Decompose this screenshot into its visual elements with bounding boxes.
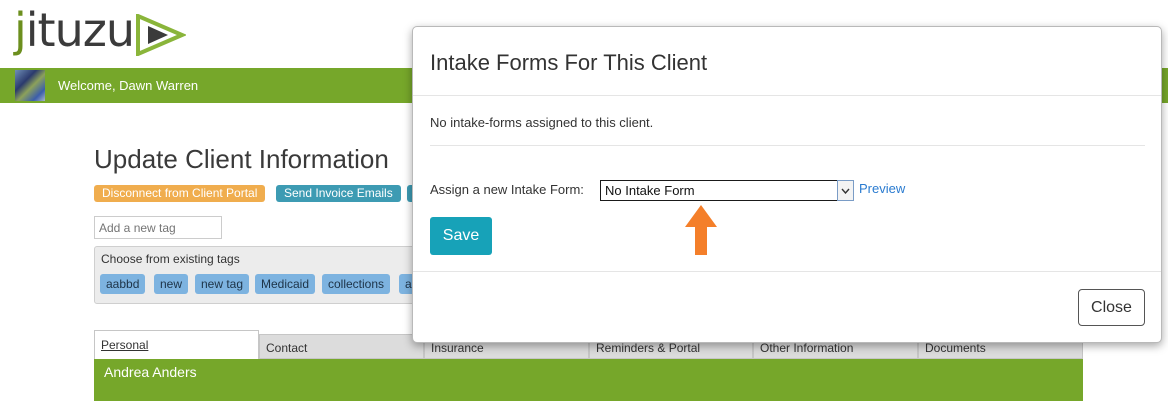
divider bbox=[430, 145, 1145, 146]
tag-chip[interactable]: aabbd bbox=[100, 274, 146, 294]
tab-label: Other Information bbox=[760, 341, 854, 355]
client-name-bar: Andrea Anders bbox=[94, 359, 1083, 401]
tag-chip[interactable]: new bbox=[154, 274, 189, 294]
welcome-text: Welcome, Dawn Warren bbox=[58, 78, 199, 93]
jituzu-logo[interactable]: jituzu bbox=[14, 3, 187, 64]
existing-tags-label: Choose from existing tags bbox=[101, 252, 240, 266]
logo-text: jituzu bbox=[14, 3, 135, 57]
intake-forms-modal: Intake Forms For This Client No intake-f… bbox=[412, 26, 1162, 343]
tab-label: Documents bbox=[925, 341, 986, 355]
preview-link[interactable]: Preview bbox=[859, 181, 905, 196]
tag-chip[interactable]: new tag bbox=[195, 274, 250, 294]
tab-label: Reminders & Portal bbox=[596, 341, 701, 355]
no-intake-forms-message: No intake-forms assigned to this client. bbox=[430, 115, 654, 130]
tag-chip[interactable]: collections bbox=[322, 274, 391, 294]
tab-label: Personal bbox=[101, 338, 149, 352]
add-tag-input[interactable] bbox=[94, 216, 222, 239]
tab-label: Contact bbox=[266, 341, 308, 355]
logo-wordmark: ituzu bbox=[25, 3, 135, 57]
tab-label: Insurance bbox=[431, 341, 484, 355]
chevron-down-icon[interactable] bbox=[837, 180, 854, 201]
modal-title: Intake Forms For This Client bbox=[430, 50, 708, 75]
send-invoice-emails-button[interactable]: Send Invoice Emails bbox=[276, 185, 401, 202]
intake-form-select-value: No Intake Form bbox=[605, 183, 695, 198]
page-title: Update Client Information bbox=[94, 144, 389, 174]
intake-form-select[interactable]: No Intake Form bbox=[600, 180, 854, 201]
disconnect-portal-button[interactable]: Disconnect from Client Portal bbox=[94, 185, 266, 202]
modal-header: Intake Forms For This Client bbox=[413, 27, 1161, 96]
logo-letter-j: j bbox=[14, 3, 27, 57]
close-button[interactable]: Close bbox=[1078, 289, 1145, 326]
existing-tags-panel: Choose from existing tags aabbd new new … bbox=[94, 246, 424, 304]
orange-arrow-up-icon bbox=[685, 205, 717, 255]
assign-intake-form-label: Assign a new Intake Form: bbox=[430, 182, 584, 197]
footer-divider bbox=[413, 271, 1161, 272]
play-arrow-logo-icon bbox=[136, 14, 187, 56]
save-button[interactable]: Save bbox=[430, 217, 492, 255]
user-avatar-icon[interactable] bbox=[15, 70, 45, 101]
tab-contact[interactable]: Contact bbox=[259, 334, 424, 359]
tag-chip[interactable]: Medicaid bbox=[255, 274, 316, 294]
client-name: Andrea Anders bbox=[104, 364, 197, 380]
tab-personal[interactable]: Personal bbox=[94, 330, 259, 359]
